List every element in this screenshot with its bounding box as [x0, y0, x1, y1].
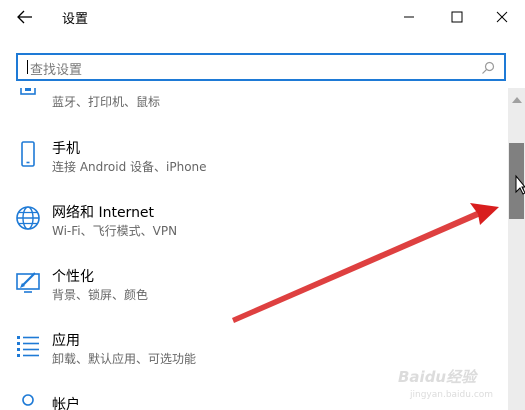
globe-icon — [16, 206, 40, 230]
watermark-sub: jingyan.baidu.com — [410, 390, 494, 400]
list-item-phone[interactable]: 手机 连接 Android 设备、iPhone — [0, 134, 508, 184]
settings-list: 蓝牙、打印机、鼠标 手机 连接 Android 设备、iPhone 网络和 In… — [0, 88, 508, 410]
search-input[interactable]: 查找设置 — [16, 53, 506, 81]
devices-subtitle: 蓝牙、打印机、鼠标 — [52, 95, 161, 109]
scrollbar[interactable] — [508, 88, 525, 410]
account-icon — [22, 394, 34, 406]
back-arrow-icon[interactable] — [14, 6, 36, 28]
list-item-network[interactable]: 网络和 Internet Wi-Fi、飞行模式、VPN — [0, 198, 508, 248]
text-caret — [27, 60, 28, 74]
apps-title: 应用 — [52, 333, 80, 349]
scroll-up-arrow-icon[interactable] — [512, 97, 522, 103]
phone-title: 手机 — [52, 141, 80, 157]
list-item-devices[interactable]: 蓝牙、打印机、鼠标 — [0, 88, 508, 114]
apps-subtitle: 卸载、默认应用、可选功能 — [52, 352, 197, 366]
close-icon[interactable] — [490, 5, 514, 29]
devices-icon — [20, 88, 36, 95]
watermark: Baidu经验 — [398, 368, 477, 386]
personalization-subtitle: 背景、锁屏、颜色 — [52, 288, 149, 302]
search-icon[interactable] — [480, 60, 496, 76]
scrollbar-thumb[interactable] — [509, 143, 524, 219]
list-item-personalization[interactable]: 个性化 背景、锁屏、颜色 — [0, 262, 508, 312]
personalization-icon — [16, 272, 40, 293]
maximize-icon[interactable] — [445, 5, 469, 29]
network-subtitle: Wi-Fi、飞行模式、VPN — [52, 224, 178, 238]
window-title: 设置 — [62, 12, 89, 27]
minimize-icon[interactable] — [397, 5, 421, 29]
search-placeholder: 查找设置 — [30, 63, 83, 78]
network-title: 网络和 Internet — [52, 205, 155, 221]
phone-subtitle: 连接 Android 设备、iPhone — [52, 160, 207, 174]
apps-icon — [17, 336, 39, 357]
title-bar: 设置 — [0, 0, 525, 34]
phone-icon — [21, 141, 35, 167]
personalization-title: 个性化 — [52, 269, 94, 285]
account-title: 帐户 — [52, 397, 80, 410]
